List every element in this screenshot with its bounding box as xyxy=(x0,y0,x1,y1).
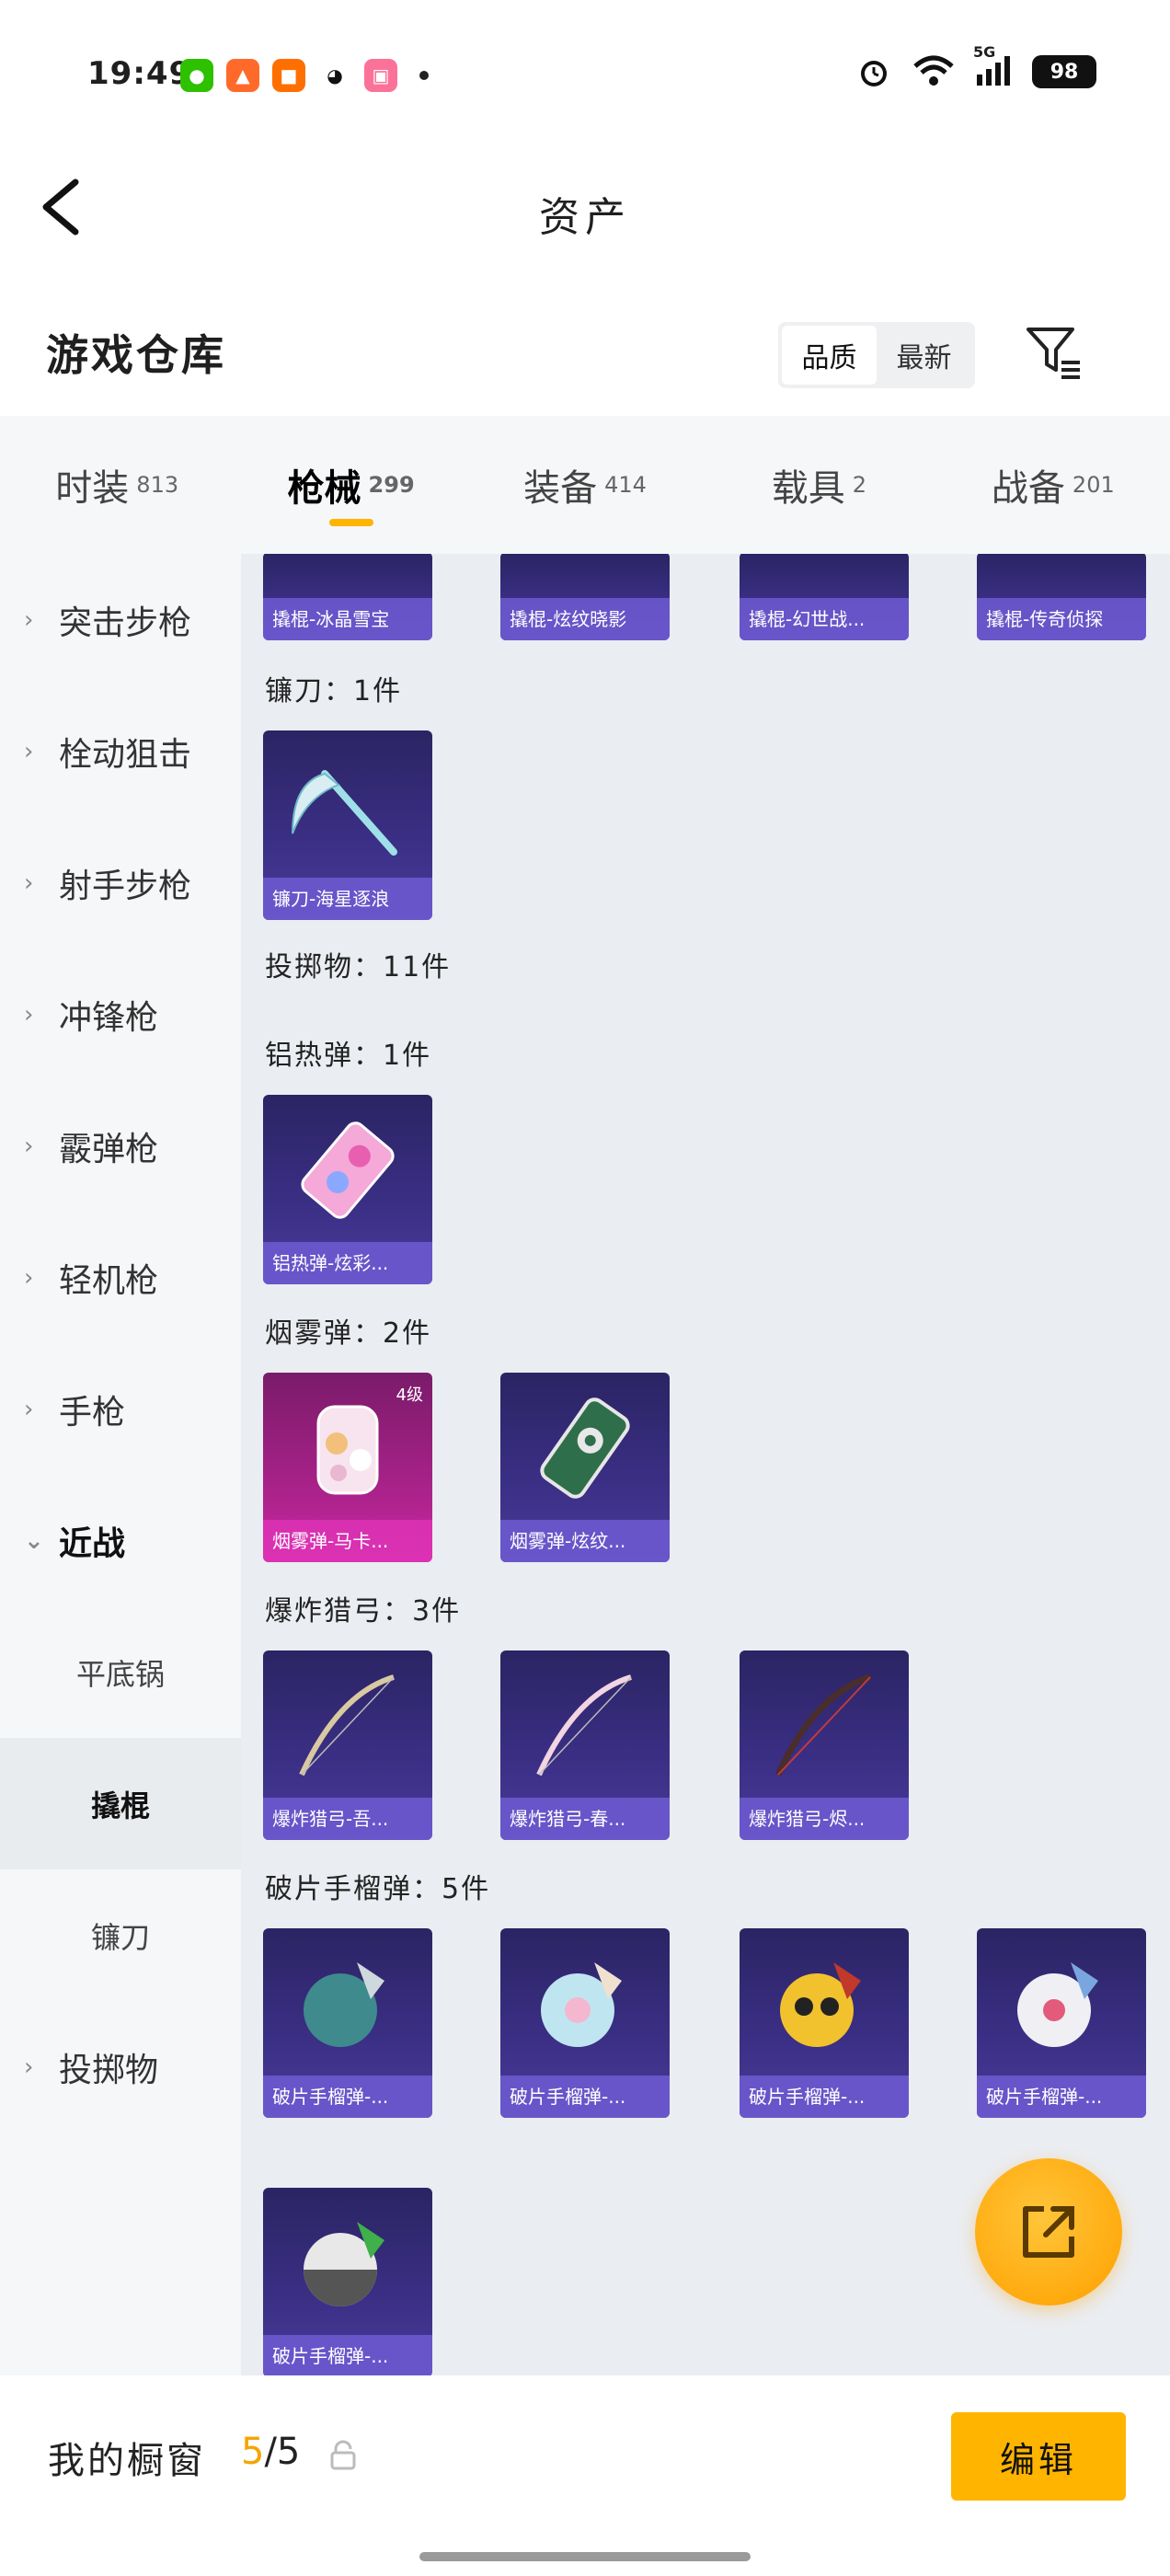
item-card[interactable]: 撬棍-幻世战... xyxy=(740,554,909,640)
game-app-icon: ▲ xyxy=(226,59,259,92)
sort-by-quality[interactable]: 品质 xyxy=(782,326,877,385)
sidebar-item-pistol[interactable]: › 手枪 xyxy=(0,1343,241,1475)
smoke-grenade-icon xyxy=(500,1373,670,1524)
item-card[interactable]: 撬棍-冰晶雪宝 xyxy=(263,554,432,640)
edit-button[interactable]: 编辑 xyxy=(951,2412,1126,2501)
frag-grenade-icon xyxy=(500,1928,670,2079)
section-title: 爆炸猎弓：3件 xyxy=(265,1595,462,1627)
showcase-bar: 我的橱窗 5/5 编辑 xyxy=(0,2375,1170,2576)
tab-outfits[interactable]: 时装 813 xyxy=(0,416,234,554)
item-card[interactable]: 破片手榴弹-... xyxy=(263,2188,432,2375)
warehouse-title: 游戏仓库 xyxy=(46,330,226,380)
sidebar-item-marksman-rifle[interactable]: › 射手步枪 xyxy=(0,817,241,949)
tab-equipment[interactable]: 装备 414 xyxy=(468,416,702,554)
thermite-grenade-icon xyxy=(263,1095,432,1246)
sidebar-subitem-sickle[interactable]: 镰刀 xyxy=(0,1869,241,2001)
sidebar-subitem-pan[interactable]: 平底锅 xyxy=(0,1606,241,1738)
smoke-grenade-icon xyxy=(263,1373,432,1524)
item-card[interactable]: 破片手榴弹-... xyxy=(740,1928,909,2118)
item-grid: 撬棍-冰晶雪宝 撬棍-炫纹晓影 撬棍-幻世战... 撬棍-传奇侦探 镰刀：1件 … xyxy=(241,554,1170,2375)
sidebar-item-throwables[interactable]: › 投掷物 xyxy=(0,2001,241,2133)
section-title: 铝热弹：1件 xyxy=(265,1040,432,1072)
item-card[interactable]: 撬棍-传奇侦探 xyxy=(977,554,1146,640)
sidebar-item-shotgun[interactable]: › 霰弹枪 xyxy=(0,1080,241,1212)
battery-icon: 98 xyxy=(1032,55,1096,88)
chevron-right-icon: › xyxy=(24,1000,34,1029)
sidebar-item-smg[interactable]: › 冲锋枪 xyxy=(0,949,241,1080)
wifi-icon xyxy=(913,55,954,86)
tab-supplies[interactable]: 战备 201 xyxy=(936,416,1170,554)
chevron-right-icon: › xyxy=(24,605,34,634)
frag-grenade-icon xyxy=(263,2188,432,2339)
share-icon xyxy=(1023,2206,1074,2258)
lock-icon xyxy=(330,2440,356,2470)
tab-weapons[interactable]: 枪械 299 xyxy=(234,416,467,554)
item-card[interactable]: 破片手榴弹-... xyxy=(500,1928,670,2118)
sidebar-item-lmg[interactable]: › 轻机枪 xyxy=(0,1212,241,1343)
bilibili-icon: ▣ xyxy=(364,59,397,92)
chevron-right-icon: › xyxy=(24,737,34,765)
status-time: 19:49 xyxy=(87,55,192,92)
item-card[interactable]: 破片手榴弹-... xyxy=(977,1928,1146,2118)
category-tabs: 时装 813 枪械 299 装备 414 载具 2 战备 201 xyxy=(0,416,1170,554)
sidebar-subitem-crowbar[interactable]: 撬棍 xyxy=(0,1738,241,1869)
item-card[interactable]: 破片手榴弹-... xyxy=(263,1928,432,2118)
chevron-down-icon: ⌄ xyxy=(24,1526,44,1555)
item-card[interactable]: 爆炸猎弓-烬... xyxy=(740,1650,909,1840)
wechat-icon: ● xyxy=(180,59,213,92)
sickle-icon xyxy=(263,730,432,881)
chevron-right-icon: › xyxy=(24,1395,34,1423)
active-tab-indicator xyxy=(328,519,373,526)
section-title: 烟雾弹：2件 xyxy=(265,1317,432,1350)
item-card[interactable]: 4级 烟雾弹-马卡... xyxy=(263,1373,432,1562)
page-title: 资产 xyxy=(539,194,631,241)
frag-grenade-icon xyxy=(740,1928,909,2079)
bow-icon xyxy=(263,1650,432,1801)
qq-icon: ◕ xyxy=(318,59,351,92)
filter-icon[interactable] xyxy=(1023,322,1084,383)
more-notifications-icon xyxy=(419,71,429,80)
section-title: 破片手榴弹：5件 xyxy=(265,1873,491,1905)
item-card[interactable]: 爆炸猎弓-春... xyxy=(500,1650,670,1840)
bow-icon xyxy=(740,1650,909,1801)
section-title: 镰刀：1件 xyxy=(265,675,403,707)
status-bar: 19:49 ● ▲ ■ ◕ ▣ 5G 98 xyxy=(0,0,1170,147)
taobao-icon: ■ xyxy=(272,59,305,92)
sidebar-item-bolt-sniper[interactable]: › 栓动狙击 xyxy=(0,685,241,817)
category-sidebar: › 突击步枪 › 栓动狙击 › 射手步枪 › 冲锋枪 › 霰弹枪 › 轻机枪 › 手枪 ⌄ 近战… xyxy=(0,554,241,2375)
item-card[interactable]: 铝热弹-炫彩... xyxy=(263,1095,432,1284)
section-title: 投掷物：11件 xyxy=(265,951,452,983)
share-button[interactable] xyxy=(975,2158,1122,2306)
sort-by-newest[interactable]: 最新 xyxy=(877,326,971,385)
sidebar-item-melee[interactable]: ⌄ 近战 xyxy=(0,1475,241,1606)
bow-icon xyxy=(500,1650,670,1801)
sort-toggle: 品质 最新 xyxy=(778,322,975,388)
item-card[interactable]: 爆炸猎弓-吾... xyxy=(263,1650,432,1840)
navigation-bar: 资产 xyxy=(0,147,1170,267)
frag-grenade-icon xyxy=(263,1928,432,2079)
tab-vehicles[interactable]: 载具 2 xyxy=(702,416,935,554)
showcase-label: 我的橱窗 xyxy=(48,2440,206,2482)
frag-grenade-icon xyxy=(977,1928,1146,2079)
item-card[interactable]: 烟雾弹-炫纹... xyxy=(500,1373,670,1562)
item-card[interactable]: 镰刀-海星逐浪 xyxy=(263,730,432,920)
chevron-right-icon: › xyxy=(24,868,34,897)
alarm-icon xyxy=(861,61,887,86)
notification-icons: ● ▲ ■ ◕ ▣ xyxy=(180,59,429,92)
home-indicator[interactable] xyxy=(419,2552,751,2561)
chevron-right-icon: › xyxy=(24,1132,34,1160)
chevron-right-icon: › xyxy=(24,2053,34,2081)
chevron-right-icon: › xyxy=(24,1263,34,1292)
showcase-count: 5/5 xyxy=(241,2431,301,2473)
cellular-signal-icon: 5G xyxy=(973,43,1012,89)
sidebar-item-assault-rifle[interactable]: › 突击步枪 xyxy=(0,554,241,685)
item-card[interactable]: 撬棍-炫纹晓影 xyxy=(500,554,670,640)
warehouse-header: 游戏仓库 品质 最新 xyxy=(0,304,1170,405)
